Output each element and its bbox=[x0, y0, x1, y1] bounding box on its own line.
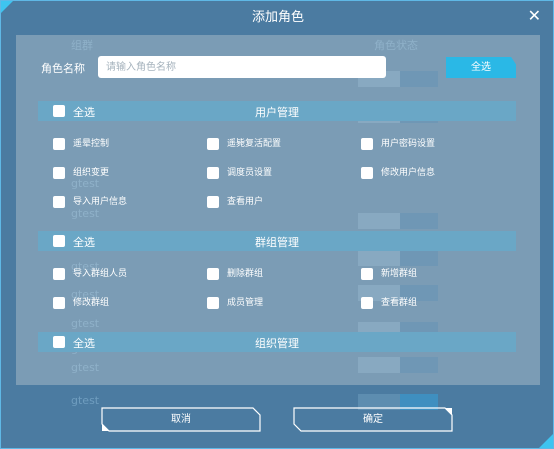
dialog-panel: 组群 角色状态 gtest gtest gtest gtest gtest gt… bbox=[16, 35, 540, 385]
permission-label: 用户密码设置 bbox=[381, 139, 436, 149]
permission-label: 调度员设置 bbox=[227, 168, 273, 178]
permission-label: 组织变更 bbox=[73, 168, 110, 178]
permission-label: 查看群组 bbox=[381, 298, 418, 308]
checkbox[interactable] bbox=[207, 196, 219, 208]
bg-header-status: 角色状态 bbox=[374, 39, 418, 52]
permission-label: 成员管理 bbox=[227, 298, 264, 308]
permission-label: 修改用户信息 bbox=[381, 168, 436, 178]
checkbox[interactable] bbox=[361, 138, 373, 150]
role-name-input[interactable] bbox=[98, 56, 386, 78]
permission-label: 遥毙复活配置 bbox=[227, 139, 282, 149]
bg-status-toggle bbox=[358, 357, 438, 373]
cancel-label: 取消 bbox=[171, 414, 191, 425]
checkbox[interactable] bbox=[53, 167, 65, 179]
section-title: 组织管理 bbox=[255, 337, 299, 350]
section-group-management: 全选 群组管理 bbox=[38, 231, 516, 251]
permission-label: 新增群组 bbox=[381, 269, 418, 279]
bg-row-text: gtest bbox=[71, 361, 100, 374]
checkbox[interactable] bbox=[207, 138, 219, 150]
checkbox[interactable] bbox=[53, 297, 65, 309]
corner-decoration bbox=[539, 434, 553, 448]
confirm-button[interactable]: 确定 bbox=[293, 407, 453, 432]
select-all-button[interactable]: 全选 bbox=[446, 57, 516, 78]
section-title: 用户管理 bbox=[255, 106, 299, 119]
bg-status-toggle bbox=[358, 213, 438, 229]
permission-label: 删除群组 bbox=[227, 269, 264, 279]
section-title: 群组管理 bbox=[255, 236, 299, 249]
checkbox[interactable] bbox=[53, 138, 65, 150]
bg-row-text: gtest bbox=[71, 317, 100, 330]
checkbox[interactable] bbox=[53, 196, 65, 208]
close-icon[interactable]: ✕ bbox=[528, 6, 541, 25]
checkbox[interactable] bbox=[207, 268, 219, 280]
section-user-management: 全选 用户管理 bbox=[38, 101, 516, 121]
bg-status-toggle bbox=[358, 250, 438, 266]
bg-header-group: 组群 bbox=[71, 39, 93, 52]
section-org-management: 全选 组织管理 bbox=[38, 332, 516, 352]
permission-label: 修改群组 bbox=[73, 298, 110, 308]
checkbox[interactable] bbox=[361, 167, 373, 179]
cancel-button[interactable]: 取消 bbox=[101, 407, 261, 432]
checkbox[interactable] bbox=[53, 268, 65, 280]
role-name-label: 角色名称 bbox=[41, 62, 85, 75]
checkbox[interactable] bbox=[207, 167, 219, 179]
bg-row-text: gtest bbox=[71, 394, 100, 407]
permission-label: 导入用户信息 bbox=[73, 197, 128, 207]
confirm-label: 确定 bbox=[363, 414, 383, 425]
permission-label: 查看用户 bbox=[227, 197, 264, 207]
checkbox[interactable] bbox=[361, 297, 373, 309]
permission-label: 导入群组人员 bbox=[73, 269, 128, 279]
permission-label: 遥晕控制 bbox=[73, 139, 110, 149]
checkbox[interactable] bbox=[207, 297, 219, 309]
add-role-dialog: 添加角色 ✕ 组群 角色状态 gtest gtest gtest gtest g… bbox=[0, 0, 554, 449]
checkbox[interactable] bbox=[361, 268, 373, 280]
dialog-title: 添加角色 bbox=[251, 10, 304, 25]
